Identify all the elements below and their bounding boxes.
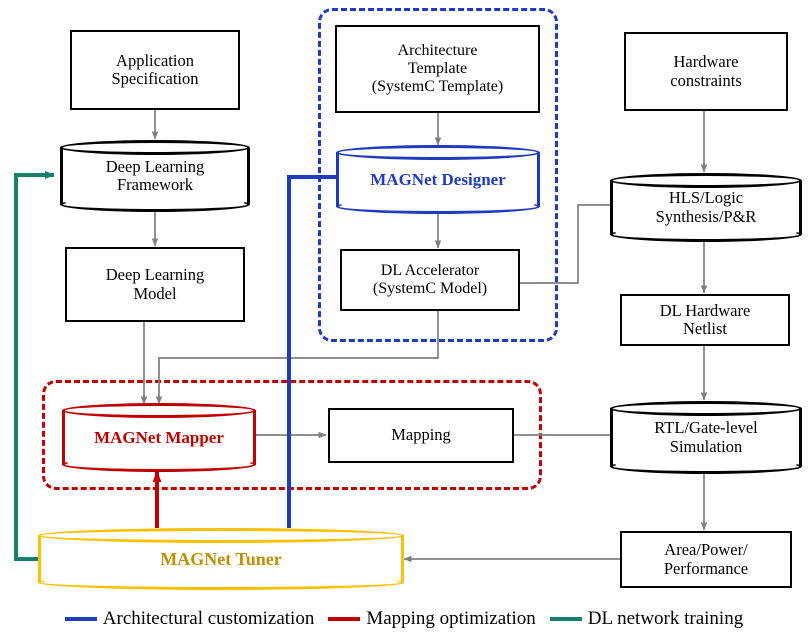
node-label: Application Specification [111, 50, 199, 88]
node-dl-accelerator[interactable]: DL Accelerator (SystemC Model) [340, 249, 520, 311]
legend-label: DL network training [587, 607, 744, 629]
node-label: HLS/Logic Synthesis/P&R [655, 188, 757, 226]
cylinder-cap [62, 403, 256, 418]
cylinder-base [610, 227, 802, 242]
diagram-canvas: Application Specification Deep Learning … [0, 0, 808, 637]
node-deep-learning-framework[interactable]: Deep Learning Framework [60, 140, 250, 212]
legend-label: Architectural customization [102, 607, 315, 629]
legend-item-dl-network-training: DL network training [549, 607, 744, 630]
legend-label: Mapping optimization [366, 607, 536, 629]
node-label: Deep Learning Framework [105, 156, 205, 194]
cylinder-cap [336, 145, 540, 160]
wire-architectural-customization [287, 173, 347, 545]
node-area-power-performance[interactable]: Area/Power/ Performance [620, 531, 792, 588]
node-label: RTL/Gate-level Simulation [654, 418, 758, 456]
node-label: Deep Learning Model [105, 265, 205, 303]
node-label: Hardware constraints [670, 52, 742, 90]
cylinder-cap [38, 528, 404, 543]
cylinder-cap [610, 173, 802, 188]
cylinder-base [610, 459, 802, 474]
legend-swatch-mapping-optimization [328, 616, 361, 621]
node-label: MAGNet Mapper [94, 427, 224, 447]
node-hardware-constraints[interactable]: Hardware constraints [624, 32, 788, 111]
cylinder-base [38, 575, 404, 590]
cylinder-base [62, 457, 256, 472]
cylinder-base [336, 199, 540, 214]
node-label: MAGNet Tuner [160, 548, 282, 569]
cylinder-cap [60, 140, 250, 155]
node-magnet-designer[interactable]: MAGNet Designer [336, 145, 540, 214]
legend-item-architectural-customization: Architectural customization [64, 607, 315, 630]
legend-item-mapping-optimization: Mapping optimization [328, 607, 536, 630]
legend-swatch-dl-network-training [549, 616, 582, 621]
node-label: MAGNet Designer [370, 169, 506, 189]
node-label: DL Accelerator (SystemC Model) [372, 262, 488, 297]
node-label: Mapping [391, 425, 451, 445]
node-magnet-mapper[interactable]: MAGNet Mapper [62, 403, 256, 472]
node-magnet-tuner[interactable]: MAGNet Tuner [38, 528, 404, 590]
node-hls-logic-synthesis[interactable]: HLS/Logic Synthesis/P&R [610, 173, 802, 242]
legend: Architectural customization Mapping opti… [0, 600, 808, 637]
node-label: Area/Power/ Performance [663, 540, 749, 578]
node-label: DL Hardware Netlist [659, 300, 751, 338]
node-deep-learning-model[interactable]: Deep Learning Model [65, 247, 245, 322]
node-architecture-template[interactable]: Architecture Template (SystemC Template) [335, 25, 540, 113]
cylinder-base [60, 197, 250, 212]
cylinder-cap [610, 401, 802, 416]
node-rtl-gate-level-simulation[interactable]: RTL/Gate-level Simulation [610, 401, 802, 474]
node-label: Architecture Template (SystemC Template) [371, 42, 504, 95]
wire-dl-network-training [14, 171, 55, 561]
node-application-specification[interactable]: Application Specification [70, 30, 240, 110]
legend-swatch-architectural-customization [64, 616, 97, 621]
node-mapping[interactable]: Mapping [328, 408, 514, 463]
node-dl-hardware-netlist[interactable]: DL Hardware Netlist [620, 294, 790, 346]
